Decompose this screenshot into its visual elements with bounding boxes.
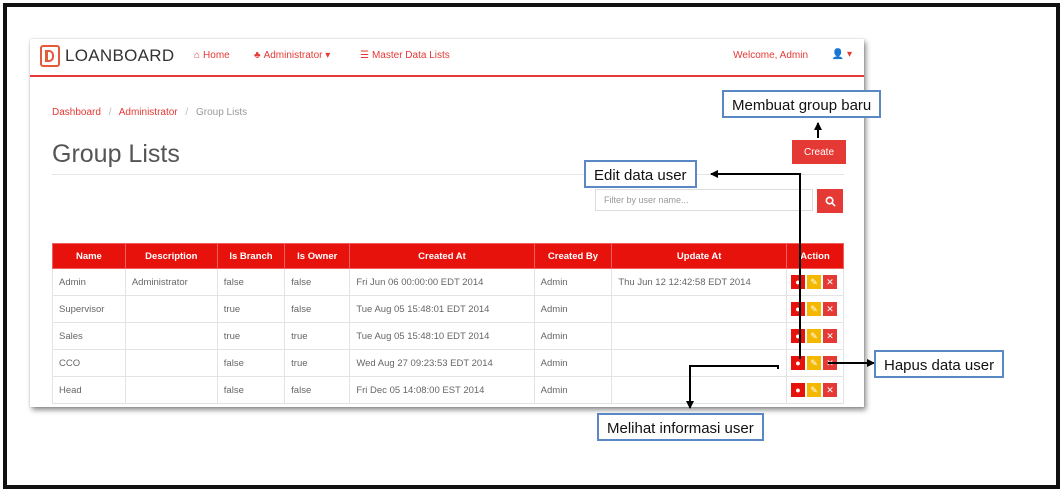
callout-edit: Edit data user	[584, 160, 697, 188]
callout-delete: Hapus data user	[874, 350, 1005, 378]
callout-view: Melihat informasi user	[597, 413, 764, 441]
annotation-arrows	[686, 122, 875, 409]
callout-create: Membuat group baru	[722, 90, 882, 118]
